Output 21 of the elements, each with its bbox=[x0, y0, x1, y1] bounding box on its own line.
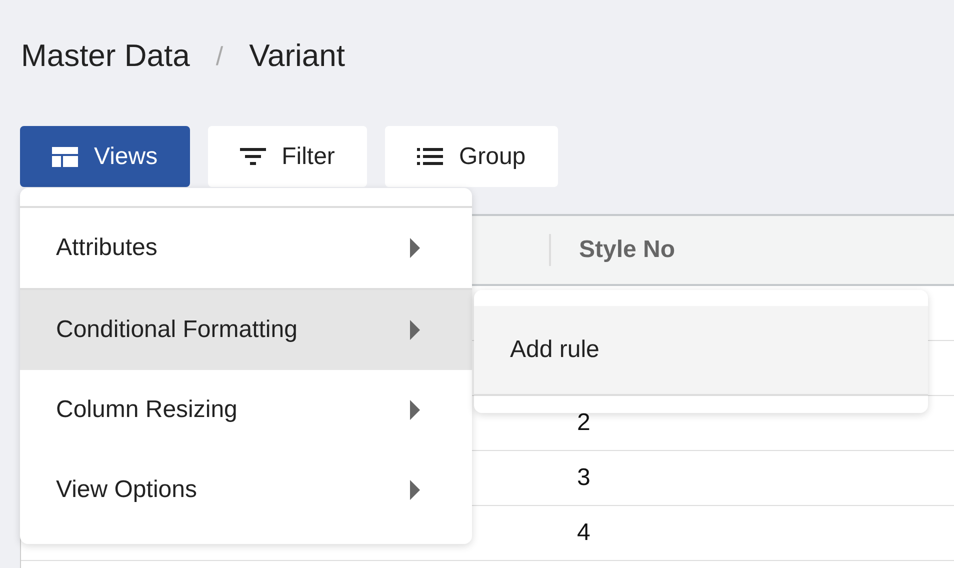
breadcrumb-item[interactable]: Master Data bbox=[21, 38, 190, 74]
table-cell: 2 bbox=[577, 409, 590, 437]
toolbar-button[interactable]: Views bbox=[20, 126, 190, 187]
caret-icon bbox=[410, 320, 420, 340]
menu-item[interactable]: Column Resizing bbox=[20, 370, 472, 450]
filter-icon bbox=[240, 148, 266, 166]
caret-icon bbox=[410, 400, 420, 420]
toolbar-button[interactable]: Filter bbox=[208, 126, 367, 187]
caret-icon bbox=[410, 480, 420, 500]
table-cell: 4 bbox=[577, 519, 590, 547]
breadcrumb-item[interactable]: Variant bbox=[249, 38, 345, 74]
toolbar-button[interactable]: Group bbox=[384, 126, 558, 187]
caret-icon bbox=[410, 238, 420, 258]
column-header[interactable]: Style No bbox=[551, 236, 676, 264]
menu-item[interactable]: View Options bbox=[20, 450, 472, 530]
menu-item[interactable]: Conditional Formatting bbox=[20, 290, 472, 370]
table-cell: 3 bbox=[577, 464, 590, 492]
table-layout-icon bbox=[52, 146, 78, 166]
list-icon bbox=[416, 148, 443, 166]
menu-item[interactable]: Add rule bbox=[474, 306, 928, 396]
breadcrumb-separator: / bbox=[216, 40, 224, 72]
